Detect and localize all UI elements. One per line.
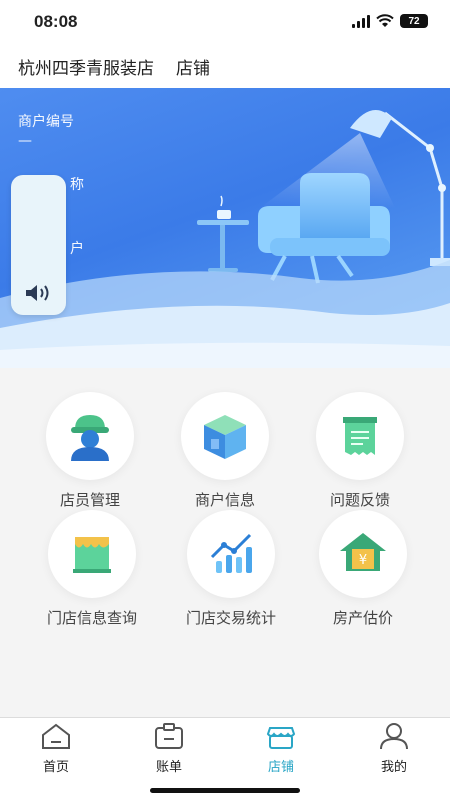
grid-item-store-query[interactable]: 门店信息查询 (17, 510, 167, 628)
home-indicator[interactable] (150, 788, 300, 793)
grid-item-feedback[interactable]: 问题反馈 (285, 392, 435, 510)
grid-icon-circle (187, 510, 275, 598)
grid-item-label: 问题反馈 (329, 491, 390, 509)
grid-item-staff[interactable]: 店员管理 (15, 392, 165, 510)
tab-label: 首页 (42, 760, 69, 775)
grid-item-label: 门店信息查询 (46, 609, 137, 627)
battery-icon: 72 (400, 14, 428, 28)
grid-item-label: 房产估价 (332, 609, 393, 627)
merchant-no-label: 商户编号 (18, 114, 74, 130)
tab-label: 账单 (155, 760, 182, 775)
tab-bill[interactable]: 账单 (129, 722, 209, 775)
grid-icon-circle (46, 392, 134, 480)
feedback-icon (343, 417, 377, 455)
tab-store[interactable]: 店铺 (241, 722, 321, 775)
merchant-no-value: — (18, 133, 32, 149)
merchant-cube-icon (204, 415, 246, 459)
hero-banner: 商户编号 — 称 户 (0, 88, 450, 368)
page-header: 杭州四季青服装店 店铺 (0, 44, 450, 88)
speaker-icon (26, 285, 49, 301)
store-name: 杭州四季青服装店 (18, 58, 154, 79)
grid-item-trade-stats[interactable]: 门店交易统计 (156, 510, 306, 628)
storefront-icon (73, 537, 111, 573)
page-title: 店铺 (176, 58, 210, 79)
merchant-name-label: 称 (70, 177, 84, 193)
grid-icon-circle (48, 510, 136, 598)
wifi-icon (376, 14, 394, 27)
floating-audio-control[interactable] (11, 175, 66, 315)
status-icons: 72 (352, 14, 428, 28)
tab-profile[interactable]: 我的 (354, 722, 434, 775)
tab-label: 我的 (380, 760, 407, 775)
status-time: 08:08 (34, 12, 78, 31)
signal-icon (352, 14, 370, 28)
staff-icon (71, 415, 113, 461)
bill-icon (155, 723, 183, 749)
profile-icon (380, 723, 408, 750)
grid-icon-circle (181, 392, 269, 480)
grid-item-merchant-info[interactable]: 商户信息 (150, 392, 300, 510)
tab-label: 店铺 (267, 760, 294, 775)
status-bar: 08:08 72 (0, 0, 450, 44)
grid-item-label: 商户信息 (194, 491, 255, 509)
chart-icon (210, 533, 252, 573)
tab-home[interactable]: 首页 (16, 722, 96, 775)
battery-level: 72 (408, 15, 420, 27)
grid-icon-circle (316, 392, 404, 480)
grid-icon-circle: ¥ (319, 510, 407, 598)
account-label: 户 (70, 241, 84, 257)
house-yen-icon: ¥ (340, 533, 386, 571)
grid-item-property-valuation[interactable]: ¥ 房产估价 (288, 510, 438, 628)
store-icon (266, 727, 296, 749)
home-icon (42, 723, 70, 749)
grid-item-label: 门店交易统计 (185, 609, 276, 627)
svg-text:¥: ¥ (359, 553, 367, 568)
grid-item-label: 店员管理 (59, 491, 120, 509)
